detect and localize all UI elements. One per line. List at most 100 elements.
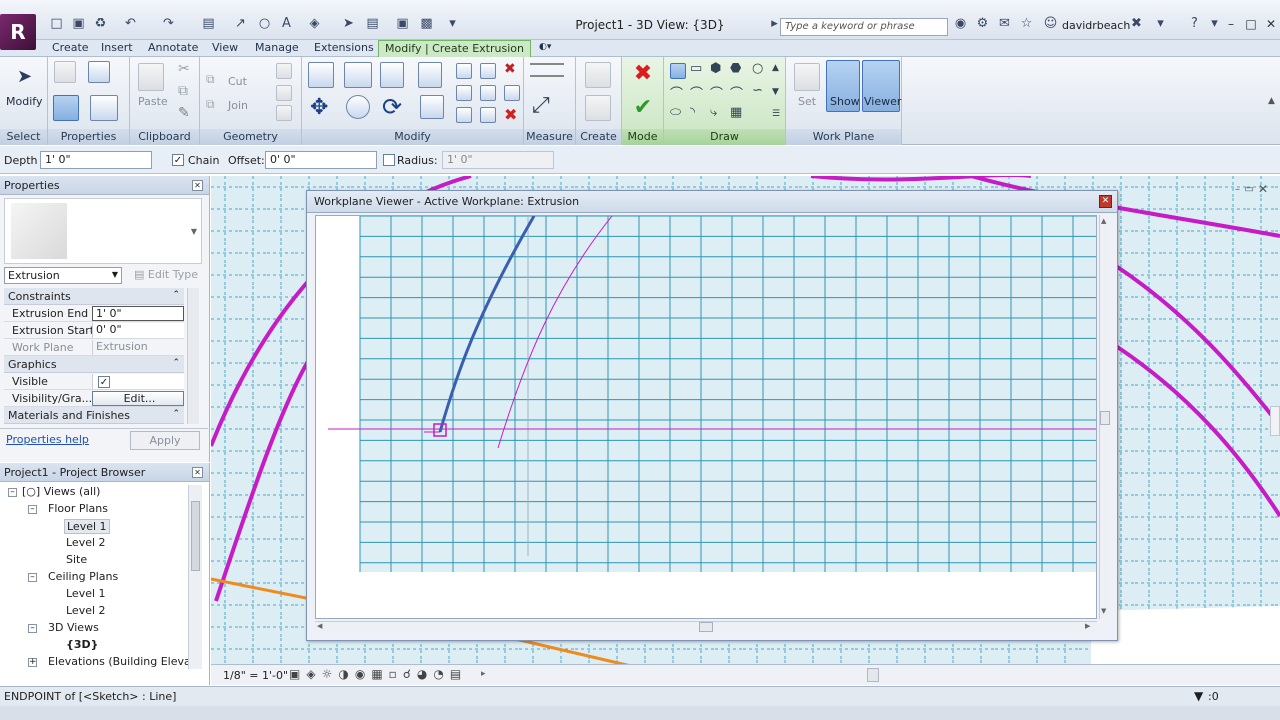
split-gap-icon[interactable] bbox=[480, 63, 496, 79]
browser-scrollbar[interactable] bbox=[188, 485, 202, 669]
lock-view-icon[interactable]: ☌ bbox=[403, 667, 417, 681]
workplane-viewer-title[interactable]: Workplane Viewer - Active Workplane: Ext… bbox=[307, 191, 1117, 213]
cut-geometry-icon[interactable]: ⧉ bbox=[206, 72, 215, 87]
help-icon[interactable]: ? bbox=[1186, 16, 1203, 31]
hscroll-thumb[interactable] bbox=[699, 622, 713, 632]
properties-scrollbar[interactable] bbox=[187, 288, 199, 424]
group-materials[interactable]: Materials and Finishes ⌃ bbox=[4, 407, 184, 424]
close-icon[interactable]: ✕ bbox=[1262, 16, 1280, 32]
section-icon[interactable]: ➤ bbox=[340, 16, 357, 31]
aligned-dimension-icon[interactable]: ⤢ bbox=[532, 93, 550, 118]
tree-floor-plans[interactable]: Floor Plans bbox=[48, 502, 108, 515]
open-icon[interactable]: □ bbox=[48, 16, 65, 31]
detail-level-icon[interactable]: ▣ bbox=[289, 667, 306, 681]
copy-element-icon[interactable] bbox=[346, 95, 370, 119]
join-button[interactable]: Join bbox=[228, 99, 248, 112]
tree-3d-views[interactable]: 3D Views bbox=[48, 621, 99, 634]
properties-toggle-icon[interactable] bbox=[53, 95, 79, 121]
scroll-right-icon[interactable]: ▶ bbox=[1085, 622, 1090, 630]
trim-multiple-icon[interactable] bbox=[480, 107, 496, 123]
exchange-dropdown-icon[interactable]: ▾ bbox=[1152, 16, 1169, 31]
favorites-star-icon[interactable]: ☆ bbox=[1018, 16, 1035, 31]
measure-between-icon[interactable] bbox=[530, 63, 564, 77]
group-constraints[interactable]: Constraints ⌃ bbox=[4, 288, 184, 305]
cut-button[interactable]: Cut bbox=[228, 75, 247, 88]
visual-style-icon[interactable]: ◈ bbox=[306, 667, 321, 681]
pick-lines-icon[interactable]: ⤷ bbox=[710, 105, 717, 120]
create-group-icon[interactable] bbox=[585, 62, 611, 88]
maximize-icon[interactable]: □ bbox=[1242, 16, 1260, 32]
switch-windows-icon[interactable]: ▩ bbox=[418, 16, 435, 31]
array-icon[interactable] bbox=[456, 85, 472, 101]
browser-close-icon[interactable]: ✕ bbox=[192, 467, 203, 478]
scroll-left-icon[interactable]: ◀ bbox=[317, 622, 322, 630]
binoculars-icon[interactable]: ◉ bbox=[952, 16, 969, 31]
exchange-apps-icon[interactable]: ✖ bbox=[1128, 16, 1145, 31]
communication-icon[interactable]: ✉ bbox=[996, 16, 1013, 31]
undo-icon[interactable]: ↶ bbox=[122, 16, 139, 31]
search-input[interactable]: Type a keyword or phrase bbox=[780, 18, 948, 36]
collapse-icon[interactable]: ⌃ bbox=[172, 290, 180, 300]
crop-view-icon[interactable]: ▦ bbox=[371, 667, 388, 681]
draw-fillet-arc-icon[interactable]: ⌒ bbox=[730, 83, 743, 102]
horizontal-scroll-thumb[interactable] bbox=[867, 668, 879, 682]
view-bar-scroll-icon[interactable]: ▸ bbox=[481, 669, 486, 679]
properties-close-icon[interactable]: ✕ bbox=[192, 180, 203, 191]
tree-ceiling-level-2[interactable]: Level 2 bbox=[66, 604, 106, 617]
type-dropdown-arrow-icon[interactable]: ▼ bbox=[112, 270, 118, 279]
prop-visibility-graphics[interactable]: Visibility/Gra... Edit... bbox=[4, 390, 184, 407]
vscroll-thumb[interactable] bbox=[1100, 411, 1110, 425]
dimension-icon[interactable]: ○ bbox=[256, 16, 273, 31]
set-workplane-icon[interactable] bbox=[794, 63, 820, 91]
chain-checkbox[interactable]: ✓ bbox=[172, 154, 184, 166]
scroll-up-icon[interactable]: ▲ bbox=[1101, 217, 1106, 225]
offset-input[interactable]: 0' 0" bbox=[265, 151, 377, 169]
close-hidden-icon[interactable]: ▣ bbox=[394, 16, 411, 31]
workplane-viewer-button[interactable]: Viewer bbox=[864, 95, 901, 108]
pin-icon[interactable] bbox=[504, 85, 520, 101]
sync-icon[interactable]: ♻ bbox=[92, 16, 109, 31]
tree-ceiling-plans[interactable]: Ceiling Plans bbox=[48, 570, 118, 583]
paint-icon[interactable] bbox=[276, 85, 292, 101]
workplane-viewer-vscroll[interactable]: ▲ ▼ bbox=[1099, 215, 1111, 619]
family-types-icon[interactable] bbox=[88, 61, 110, 83]
finish-edit-mode-icon[interactable]: ✔ bbox=[632, 97, 654, 119]
tab-manage[interactable]: Manage bbox=[249, 40, 305, 57]
view-control-icons[interactable]: ▣◈☼◑◉▦▫☌◕◔▤ bbox=[289, 667, 467, 681]
view-scale[interactable]: 1/8" = 1'-0" bbox=[223, 669, 288, 682]
view-restore-icon[interactable]: ▭ bbox=[1245, 184, 1254, 195]
type-selector-preview[interactable]: ▼ bbox=[4, 198, 202, 264]
properties-help-link[interactable]: Properties help bbox=[6, 433, 89, 446]
collapse-icon[interactable]: ⌃ bbox=[172, 409, 180, 419]
edit-type-button[interactable]: ▤ Edit Type bbox=[134, 268, 198, 281]
sun-path-icon[interactable]: ☼ bbox=[322, 667, 339, 681]
render-icon[interactable]: ◉ bbox=[355, 667, 371, 681]
view-minimize-icon[interactable]: – bbox=[1235, 184, 1240, 195]
scale-icon[interactable] bbox=[480, 85, 496, 101]
tab-create[interactable]: Create bbox=[46, 40, 95, 57]
draw-gallery-expand-icon[interactable]: ☰ bbox=[772, 109, 780, 119]
paste-button[interactable]: Paste bbox=[138, 95, 168, 108]
radius-input[interactable]: 1' 0" bbox=[442, 151, 554, 169]
save-icon[interactable]: ▣ bbox=[70, 16, 87, 31]
ribbon-scroll-icon[interactable]: ▲ bbox=[1268, 96, 1275, 106]
type-properties-icon[interactable] bbox=[54, 61, 76, 83]
draw-gallery-up-icon[interactable]: ▲ bbox=[772, 63, 779, 73]
move-icon[interactable]: ✥ bbox=[310, 95, 328, 120]
unpin-icon[interactable]: ✖ bbox=[504, 61, 516, 77]
scroll-down-icon[interactable]: ▼ bbox=[1101, 607, 1106, 615]
tree-collapse-icon[interactable]: – bbox=[8, 488, 17, 497]
analysis-icon[interactable]: ▤ bbox=[450, 667, 467, 681]
thin-lines-icon[interactable]: ▤ bbox=[364, 16, 381, 31]
draw-start-end-arc-icon[interactable]: ⌒ bbox=[670, 83, 683, 102]
cut-scissors-icon[interactable]: ✂ bbox=[178, 61, 190, 77]
prop-extrusion-end[interactable]: Extrusion End 1' 0" bbox=[4, 305, 184, 322]
type-preview-dropdown-icon[interactable]: ▼ bbox=[191, 227, 197, 236]
prop-visible[interactable]: Visible ✓ bbox=[4, 373, 184, 390]
print-icon[interactable]: ▤ bbox=[200, 16, 217, 31]
collapse-icon[interactable]: ⌃ bbox=[172, 358, 180, 368]
cancel-edit-mode-icon[interactable]: ✖ bbox=[632, 63, 654, 85]
workplane-viewer-canvas[interactable] bbox=[315, 215, 1097, 619]
tab-modify-create-extrusion[interactable]: Modify | Create Extrusion bbox=[378, 40, 531, 57]
tree-floor-level-1[interactable]: Level 1 bbox=[64, 519, 110, 534]
